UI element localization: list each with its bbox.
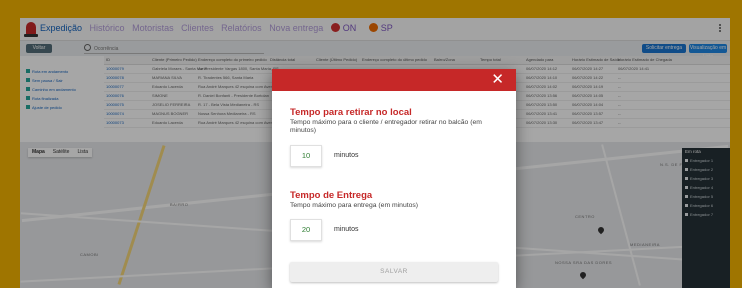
delivery-time-input[interactable]: 20 [290, 219, 322, 241]
delivery-time-unit: minutos [334, 226, 359, 233]
time-settings-modal: ✕ Tempo para retirar no local Tempo máxi… [272, 69, 516, 288]
save-button[interactable]: SALVAR [290, 262, 498, 282]
pickup-time-title: Tempo para retirar no local [290, 107, 412, 118]
delivery-time-title: Tempo de Entrega [290, 190, 373, 201]
delivery-time-description: Tempo máximo para entrega (em minutos) [290, 202, 419, 209]
pickup-time-input[interactable]: 10 [290, 145, 322, 167]
pickup-time-description: Tempo máximo para o cliente / entregador… [290, 119, 482, 134]
modal-header: ✕ [272, 69, 516, 91]
close-icon[interactable]: ✕ [491, 71, 504, 89]
pickup-time-unit: minutos [334, 152, 359, 159]
